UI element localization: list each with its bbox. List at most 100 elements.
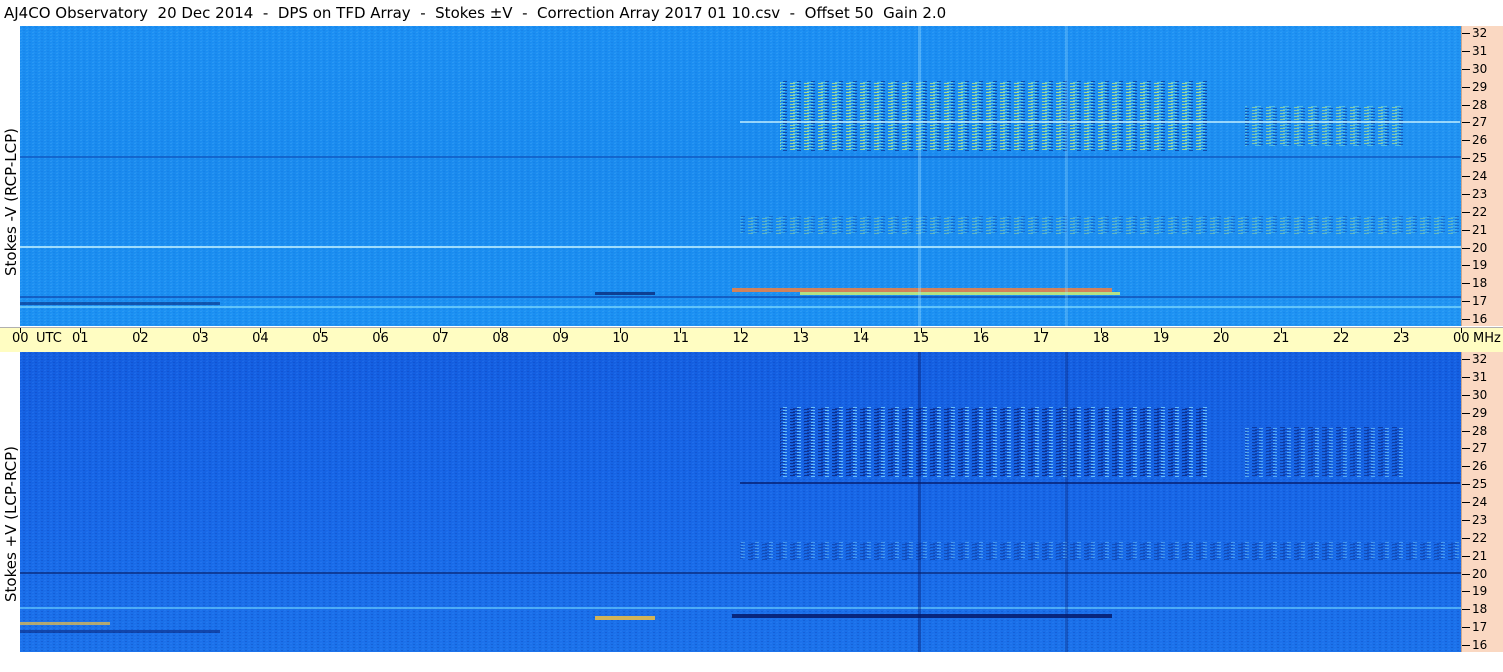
- top-freq-label: 19: [1472, 258, 1488, 273]
- bottom-freq-label: 31: [1472, 369, 1488, 384]
- bottom-freq-tick: [1462, 645, 1470, 646]
- top-freq-label: 32: [1472, 26, 1488, 40]
- top-freq-label: 22: [1472, 204, 1488, 219]
- time-label: 19: [1152, 331, 1170, 346]
- time-label: 00: [12, 331, 29, 346]
- top-freq-tick: [1462, 265, 1470, 267]
- top-freq-tick: [1462, 229, 1470, 231]
- bottom-freq-tick: [1462, 376, 1470, 378]
- top-freq-label: 31: [1472, 43, 1488, 58]
- bottom-freq-label: 23: [1472, 512, 1488, 527]
- bottom-freq-label: 28: [1472, 423, 1488, 438]
- bottom-freq-label: 24: [1472, 495, 1488, 509]
- top-freq-tick: [1462, 247, 1470, 249]
- top-freq-label: 23: [1472, 186, 1488, 201]
- time-label: 14: [852, 331, 870, 346]
- top-freq-label: 18: [1472, 276, 1488, 291]
- top-freq-tick: [1462, 50, 1470, 52]
- time-label: 09: [552, 331, 569, 346]
- top-spectrogram: [20, 26, 1461, 326]
- time-label: 17: [1032, 331, 1050, 346]
- bottom-freq-tick: [1462, 627, 1470, 629]
- top-freq-tick: [1462, 301, 1470, 303]
- top-spectrogram-image: [20, 26, 1461, 326]
- bottom-ylabel: Stokes +V (LCP-RCP): [2, 446, 20, 602]
- top-freq-tick: [1462, 33, 1470, 34]
- time-label: 00: [1453, 331, 1470, 346]
- freq-unit-label: MHz: [1473, 331, 1501, 346]
- top-freq-tick: [1462, 319, 1470, 320]
- top-freq-label: 30: [1472, 61, 1488, 76]
- bottom-spectrogram: [20, 352, 1461, 652]
- top-freq-label: 20: [1472, 240, 1488, 255]
- top-freq-label: 17: [1472, 294, 1488, 309]
- top-freq-label: 29: [1472, 79, 1488, 94]
- time-label: 18: [1092, 331, 1110, 346]
- bottom-freq-label: 22: [1472, 530, 1488, 545]
- top-freq-tick: [1462, 193, 1470, 195]
- time-label: 21: [1272, 331, 1290, 346]
- time-label: 16: [972, 331, 990, 346]
- bottom-freq-label: 25: [1472, 477, 1488, 492]
- top-freq-label: 21: [1472, 222, 1488, 237]
- bottom-freq-tick: [1462, 484, 1470, 486]
- time-label: 23: [1392, 331, 1410, 346]
- top-freq-label: 16: [1472, 312, 1488, 326]
- time-label: 13: [792, 331, 810, 346]
- bottom-freq-tick: [1462, 394, 1470, 396]
- bottom-freq-label: 26: [1472, 459, 1488, 474]
- time-label: 22: [1332, 331, 1350, 346]
- bottom-freq-tick: [1462, 591, 1470, 593]
- bottom-freq-tick: [1462, 609, 1470, 611]
- bottom-frequency-axis: 32 31 30 29 28 27 26 25 24 23 22 21 20 19 18 17 16: [1461, 352, 1503, 652]
- time-label: 07: [432, 331, 449, 346]
- top-freq-tick: [1462, 176, 1470, 177]
- top-freq-tick: [1462, 104, 1470, 106]
- bottom-freq-tick: [1462, 412, 1470, 414]
- bottom-freq-label: 17: [1472, 620, 1488, 635]
- top-freq-label: 28: [1472, 97, 1488, 112]
- top-freq-tick: [1462, 283, 1470, 285]
- utc-time-axis: UTC MHz 00 01 02 03 04 05 06 07 08 09 10 11 12 13 14 15…: [0, 327, 1503, 353]
- top-freq-tick: [1462, 122, 1470, 124]
- bottom-freq-label: 19: [1472, 584, 1488, 599]
- time-label: 05: [312, 331, 329, 346]
- bottom-freq-label: 30: [1472, 387, 1488, 402]
- time-label: 12: [732, 331, 750, 346]
- bottom-freq-tick: [1462, 555, 1470, 557]
- bottom-ylabel-area: Stokes +V (LCP-RCP): [0, 352, 20, 652]
- time-label: 02: [132, 331, 149, 346]
- time-label: 20: [1212, 331, 1230, 346]
- bottom-spectrogram-image: [20, 352, 1461, 652]
- bottom-freq-label: 27: [1472, 441, 1488, 456]
- bottom-freq-tick: [1462, 537, 1470, 539]
- bottom-freq-label: 18: [1472, 602, 1488, 617]
- top-ylabel: Stokes -V (RCP-LCP): [2, 128, 20, 276]
- top-freq-tick: [1462, 158, 1470, 160]
- bottom-freq-tick: [1462, 448, 1470, 450]
- bottom-freq-tick: [1462, 359, 1470, 360]
- bottom-freq-label: 20: [1472, 566, 1488, 581]
- time-label: 10: [612, 331, 629, 346]
- bottom-freq-tick: [1462, 502, 1470, 503]
- time-label: 06: [372, 331, 389, 346]
- top-freq-label: 24: [1472, 169, 1488, 183]
- top-freq-label: 27: [1472, 115, 1488, 130]
- time-label: 11: [672, 331, 689, 346]
- bottom-freq-label: 16: [1472, 638, 1488, 652]
- bottom-freq-tick: [1462, 573, 1470, 575]
- time-label: 03: [192, 331, 209, 346]
- bottom-freq-label: 29: [1472, 405, 1488, 420]
- chart-title: AJ4CO Observatory 20 Dec 2014 - DPS on T…: [4, 1, 1459, 25]
- bottom-freq-label: 21: [1472, 548, 1488, 563]
- time-label: 04: [252, 331, 269, 346]
- bottom-freq-tick: [1462, 519, 1470, 521]
- top-freq-tick: [1462, 140, 1470, 142]
- top-freq-tick: [1462, 86, 1470, 88]
- bottom-freq-label: 32: [1472, 352, 1488, 366]
- top-freq-label: 25: [1472, 151, 1488, 166]
- time-label: 01: [72, 331, 89, 346]
- top-ylabel-area: Stokes -V (RCP-LCP): [0, 26, 20, 326]
- time-label: 15: [912, 331, 930, 346]
- time-unit-label: UTC: [36, 331, 62, 346]
